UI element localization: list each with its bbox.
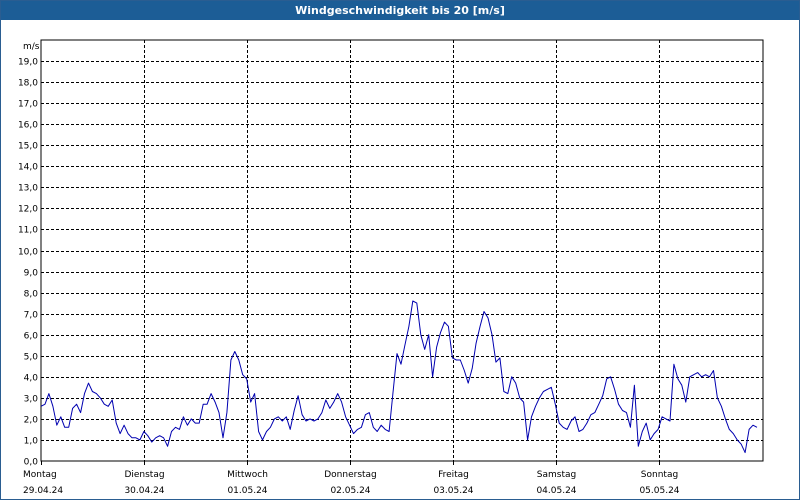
y-tick-label: 19,0	[18, 58, 38, 68]
y-tick-label: 8,0	[24, 290, 39, 300]
y-tick-label: 6,0	[24, 332, 39, 342]
y-tick-label: 1,0	[24, 437, 39, 447]
x-tick-weekday: Freitag	[438, 470, 469, 480]
x-tick-date: 02.05.24	[330, 486, 370, 496]
y-tick-label: 16,0	[18, 121, 38, 131]
x-tick-date: 05.05.24	[639, 486, 679, 496]
x-tick-weekday: Montag	[23, 470, 57, 480]
y-tick-label: 2,0	[24, 416, 39, 426]
x-tick-weekday: Mittwoch	[227, 470, 268, 480]
y-tick-label: 0,0	[24, 458, 39, 468]
y-tick-label: 12,0	[18, 205, 38, 215]
x-tick-date: 30.04.24	[124, 486, 164, 496]
y-tick-label: 4,0	[24, 374, 39, 384]
x-tick-date: 29.04.24	[23, 486, 63, 496]
x-tick-date: 04.05.24	[536, 486, 576, 496]
y-axis-unit: m/s	[23, 42, 40, 52]
y-tick-label: 5,0	[24, 353, 39, 363]
y-tick-label: 3,0	[24, 395, 39, 405]
y-tick-label: 9,0	[24, 269, 39, 279]
x-tick-weekday: Sonntag	[641, 470, 678, 480]
x-tick-weekday: Samstag	[537, 470, 576, 480]
y-tick-label: 13,0	[18, 184, 38, 194]
x-tick-date: 01.05.24	[227, 486, 267, 496]
y-tick-label: 14,0	[18, 163, 38, 173]
chart-window: Windgeschwindigkeit bis 20 [m/s] 0,0 1,0 2…	[0, 0, 800, 500]
y-tick-label: 7,0	[24, 311, 39, 321]
x-tick-weekday: Dienstag	[124, 470, 164, 480]
wind-speed-chart: 0,0 1,0 2,0 3,0 4,0 5,0 6,0 7,0 8,0 9,0 10,0 11,0 12…	[18, 39, 764, 496]
y-tick-label: 10,0	[18, 248, 38, 258]
y-tick-label: 15,0	[18, 142, 38, 152]
x-tick-date: 03.05.24	[433, 486, 473, 496]
x-tick-weekday: Donnerstag	[324, 470, 377, 480]
y-tick-label: 11,0	[18, 226, 38, 236]
y-tick-label: 17,0	[18, 100, 38, 110]
y-tick-label: 18,0	[18, 79, 38, 89]
